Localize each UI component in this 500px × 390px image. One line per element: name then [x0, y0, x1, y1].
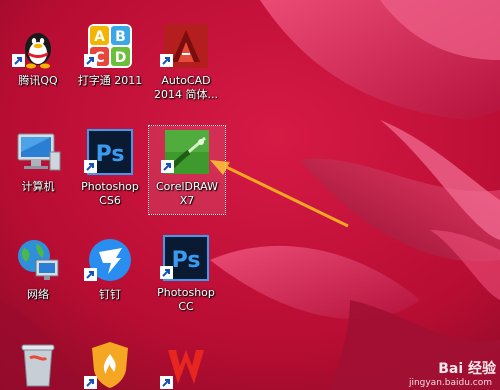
shortcut-arrow-icon [160, 54, 173, 67]
shortcut-arrow-icon [160, 376, 173, 389]
desktop-icon-typing[interactable]: A B C D 打字通 2011 [72, 22, 148, 92]
baidu-watermark: Bai 经验 [438, 358, 496, 378]
desktop-icon-photoshop-cs6[interactable]: Ps Photoshop CS6 [72, 128, 148, 212]
desktop[interactable]: 腾讯QQ A B C D 打字通 2011 AutoCAD 2014 简体...… [0, 0, 500, 390]
shortcut-arrow-icon [84, 160, 97, 173]
icon-label: 网络 [27, 288, 49, 301]
shortcut-arrow-icon [160, 266, 173, 279]
desktop-icon-qq[interactable]: 腾讯QQ [0, 22, 76, 92]
svg-text:A: A [94, 29, 105, 45]
icon-label: 钉钉 [99, 288, 121, 301]
svg-text:B: B [115, 29, 126, 45]
icon-label: 腾讯QQ [18, 74, 58, 87]
icon-label: AutoCAD 2014 简体... [154, 74, 218, 101]
computer-monitor-icon [17, 133, 61, 171]
svg-text:D: D [115, 50, 127, 66]
icon-label: Photoshop CS6 [81, 180, 139, 207]
desktop-icon-computer[interactable]: 计算机 [0, 128, 76, 198]
shortcut-arrow-icon [84, 376, 97, 389]
icon-label: 打字通 2011 [77, 74, 143, 87]
desktop-icon-recycle-bin[interactable] [0, 340, 76, 390]
desktop-icon-network[interactable]: 网络 [0, 236, 76, 306]
shortcut-arrow-icon [161, 160, 174, 173]
network-globe-icon [18, 240, 59, 280]
desktop-icon-wps[interactable] [148, 340, 224, 390]
watermark-url: jingyan.baidu.com [408, 378, 492, 388]
svg-text:Ps: Ps [96, 142, 125, 167]
shortcut-arrow-icon [84, 54, 97, 67]
desktop-icon-dingtalk[interactable]: 钉钉 [72, 236, 148, 306]
shortcut-arrow-icon [84, 268, 97, 281]
watermark-logo: Bai 经验 [438, 361, 496, 377]
shortcut-arrow-icon [12, 54, 25, 67]
desktop-icon-security[interactable] [72, 340, 148, 390]
icon-label: 计算机 [21, 180, 55, 193]
recycle-bin-icon [21, 344, 55, 387]
desktop-icon-coreldraw[interactable]: CorelDRAW X7 [148, 125, 226, 215]
svg-text:Ps: Ps [172, 248, 201, 273]
icon-label: CorelDRAW X7 [156, 180, 218, 207]
desktop-icon-autocad[interactable]: AutoCAD 2014 简体... [148, 22, 224, 106]
desktop-icon-photoshop-cc[interactable]: Ps Photoshop CC [148, 234, 224, 318]
icon-label: Photoshop CC [157, 286, 215, 313]
